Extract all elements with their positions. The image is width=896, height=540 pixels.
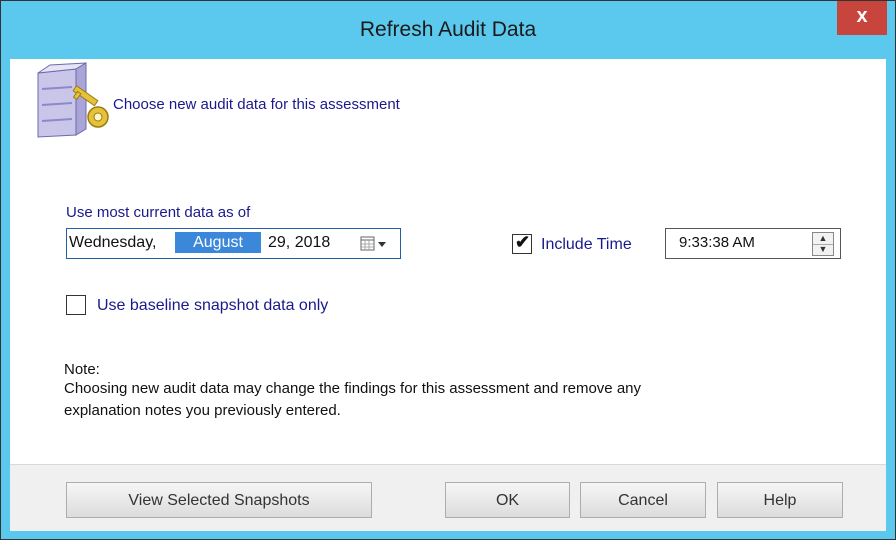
date-month-selected[interactable]: August [175,232,261,253]
baseline-label: Use baseline snapshot data only [97,297,329,314]
spin-down-icon[interactable]: ▼ [813,244,833,255]
date-weekday[interactable]: Wednesday, [69,234,156,252]
checkmark-icon: ✔ [515,232,531,252]
close-button[interactable]: x [837,1,887,35]
header-area: Choose new audit data for this assessmen… [10,59,886,144]
title-bar[interactable]: Refresh Audit Data x [1,1,895,59]
note-line-2: explanation notes you previously entered… [64,402,341,419]
date-label: Use most current data as of [66,204,251,221]
window-title: Refresh Audit Data [359,18,537,41]
ok-button[interactable]: OK [445,482,570,518]
help-button[interactable]: Help [717,482,843,518]
include-time-label: Include Time [541,236,632,253]
baseline-checkbox[interactable] [66,295,86,315]
button-bar: View Selected Snapshots OK Cancel Help [10,465,886,531]
time-spinner[interactable]: ▲ ▼ [812,232,834,256]
include-time-checkbox[interactable]: ✔ [512,232,532,254]
date-day-year[interactable]: 29, 2018 [268,234,330,252]
dialog-window: Refresh Audit Data x Choose new audit da… [0,0,896,540]
cancel-button[interactable]: Cancel [580,482,706,518]
note-heading: Note: [64,361,100,378]
calendar-icon[interactable] [359,234,393,254]
dialog-body: Choose new audit data for this assessmen… [10,59,886,531]
note-line-1: Choosing new audit data may change the f… [64,380,642,397]
date-picker[interactable]: Wednesday, August 29, 2018 [66,228,401,259]
view-selected-snapshots-button[interactable]: View Selected Snapshots [66,482,372,518]
time-value[interactable]: 9:33:38 AM [679,234,755,251]
server-key-icon [28,61,124,141]
time-input[interactable]: 9:33:38 AM ▲ ▼ [665,228,841,259]
header-text: Choose new audit data for this assessmen… [113,96,400,113]
